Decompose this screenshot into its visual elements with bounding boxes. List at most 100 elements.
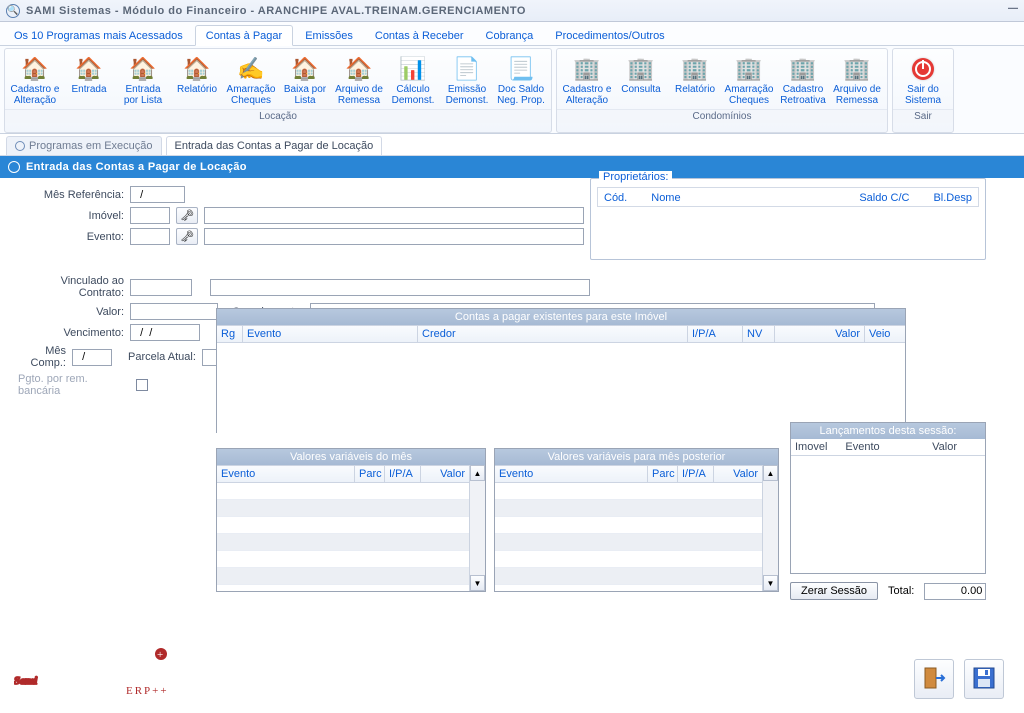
col-credor[interactable]: Credor (418, 326, 688, 342)
tab-emissoes[interactable]: Emissões (295, 26, 363, 45)
page-header: Entrada das Contas a Pagar de Locação (0, 156, 1024, 178)
valores-posterior-table: Valores variáveis para mês posterior Eve… (494, 448, 779, 592)
cheque-icon: ✍️ (235, 54, 267, 84)
cond-consulta-button[interactable]: 🏢Consulta (614, 51, 668, 109)
sair-sistema-button[interactable]: Sair do Sistema (896, 51, 950, 109)
exit-button[interactable] (914, 659, 954, 699)
amarracao-cheques-button[interactable]: ✍️Amarração Cheques (224, 51, 278, 109)
cond-cadastro-button[interactable]: 🏢Cadastro e Alteração (560, 51, 614, 109)
col-ipa[interactable]: I/P/A (688, 326, 743, 342)
mes-comp-input[interactable] (72, 349, 112, 366)
pgto-checkbox[interactable] (136, 379, 148, 391)
panel-body[interactable] (791, 455, 985, 571)
relatorio-button[interactable]: 🏠Relatório (170, 51, 224, 109)
imovel-lookup-button[interactable]: 🗝 (176, 207, 198, 224)
search-icon (8, 161, 20, 173)
vencimento-input[interactable] (130, 324, 200, 341)
col-parc[interactable]: Parc (648, 466, 678, 482)
tab-contas-receber[interactable]: Contas à Receber (365, 26, 474, 45)
cond-retro-button[interactable]: 🏢Cadastro Retroativa (776, 51, 830, 109)
table-body[interactable] (217, 343, 905, 433)
ribbon-group-condominios: 🏢Cadastro e Alteração 🏢Consulta 🏢Relatór… (556, 48, 888, 133)
baixa-lista-button[interactable]: 🏠Baixa por Lista (278, 51, 332, 109)
pgto-label: Pgto. por rem. bancária (14, 373, 130, 397)
minimize-button[interactable]: – (1008, 0, 1018, 24)
evento-code-input[interactable] (130, 228, 170, 245)
tab-programas[interactable]: Os 10 Programas mais Acessados (4, 26, 193, 45)
table-body[interactable] (495, 483, 762, 591)
doc-saldo-button[interactable]: 📃Doc Saldo Neg. Prop. (494, 51, 548, 109)
col-bldesp: Bl.Desp (933, 192, 972, 204)
col-evento[interactable]: Evento (495, 466, 648, 482)
cadastro-alteracao-button[interactable]: 🏠Cadastro e Alteração (8, 51, 62, 109)
zerar-sessao-button[interactable]: Zerar Sessão (790, 582, 878, 600)
proprietarios-legend: Proprietários: (599, 171, 672, 183)
house-down-icon: 🏠 (289, 54, 321, 84)
col-nome: Nome (651, 192, 835, 204)
col-parc[interactable]: Parc (355, 466, 385, 482)
building-retro-icon: 🏢 (787, 54, 819, 84)
col-ipa[interactable]: I/P/A (385, 466, 421, 482)
scroll-up-button[interactable]: ▲ (763, 465, 778, 481)
svg-text:Sami: Sami (14, 675, 38, 687)
col-valor[interactable]: Valor (775, 326, 865, 342)
vencimento-label: Vencimento: (14, 327, 124, 339)
col-evento[interactable]: Evento (243, 326, 418, 342)
subtab-programas[interactable]: Programas em Execução (6, 136, 162, 155)
table-title: Valores variáveis para mês posterior (495, 449, 778, 465)
building-edit-icon: 🏢 (571, 54, 603, 84)
col-evento[interactable]: Evento (217, 466, 355, 482)
entrada-button[interactable]: 🏠Entrada (62, 51, 116, 109)
content: Mês Referência: Imóvel: 🗝 Evento: 🗝 Vinc… (0, 178, 1024, 713)
col-valor: Valor (932, 441, 957, 453)
mes-ref-input[interactable] (130, 186, 185, 203)
subtab-entrada-contas[interactable]: Entrada das Contas a Pagar de Locação (166, 136, 383, 155)
cond-cheques-button[interactable]: 🏢Amarração Cheques (722, 51, 776, 109)
emissao-demonst-button[interactable]: 📄Emissão Demonst. (440, 51, 494, 109)
house-report-icon: 🏠 (181, 54, 213, 84)
imovel-desc-input[interactable] (204, 207, 584, 224)
evento-lookup-button[interactable]: 🗝 (176, 228, 198, 245)
col-ipa[interactable]: I/P/A (678, 466, 714, 482)
table-title: Valores variáveis do mês (217, 449, 485, 465)
col-nv[interactable]: NV (743, 326, 775, 342)
evento-desc-input[interactable] (204, 228, 584, 245)
search-icon (15, 141, 25, 151)
tab-contas-pagar[interactable]: Contas à Pagar (195, 25, 293, 46)
mes-ref-label: Mês Referência: (14, 189, 124, 201)
tab-procedimentos[interactable]: Procedimentos/Outros (545, 26, 674, 45)
entrada-lista-button[interactable]: 🏠Entrada por Lista (116, 51, 170, 109)
calculo-demonst-button[interactable]: 📊Cálculo Demonst. (386, 51, 440, 109)
scrollbar[interactable]: ▲ ▼ (469, 465, 485, 591)
vinculado-label: Vinculado ao Contrato: (14, 275, 124, 299)
cond-remessa-button[interactable]: 🏢Arquivo de Remessa (830, 51, 884, 109)
col-rg[interactable]: Rg (217, 326, 243, 342)
scroll-up-button[interactable]: ▲ (470, 465, 485, 481)
sub-tabs: Programas em Execução Entrada das Contas… (0, 134, 1024, 156)
key-icon: 🗝 (180, 209, 194, 222)
col-veio[interactable]: Veio (865, 326, 905, 342)
valor-input[interactable] (130, 303, 218, 320)
building-file-icon: 🏢 (841, 54, 873, 84)
building-cheque-icon: 🏢 (733, 54, 765, 84)
imovel-code-input[interactable] (130, 207, 170, 224)
mes-comp-label: Mês Comp.: (14, 345, 66, 369)
vinculado-desc-input[interactable] (210, 279, 590, 296)
arquivo-remessa-button[interactable]: 🏠Arquivo de Remessa (332, 51, 386, 109)
floppy-icon (971, 665, 997, 694)
vinculado-code-input[interactable] (130, 279, 192, 296)
calc-icon: 📊 (397, 54, 429, 84)
total-label: Total: (888, 585, 914, 597)
panel-title: Lançamentos desta sessão: (791, 423, 985, 439)
valor-label: Valor: (14, 306, 124, 318)
scrollbar[interactable]: ▲ ▼ (762, 465, 778, 591)
scroll-down-button[interactable]: ▼ (763, 575, 778, 591)
tab-cobranca[interactable]: Cobrança (476, 26, 544, 45)
cond-relatorio-button[interactable]: 🏢Relatório (668, 51, 722, 109)
col-saldo: Saldo C/C (859, 192, 909, 204)
scroll-down-button[interactable]: ▼ (470, 575, 485, 591)
col-valor[interactable]: Valor (714, 466, 762, 482)
table-body[interactable] (217, 483, 469, 591)
col-valor[interactable]: Valor (421, 466, 469, 482)
save-button[interactable] (964, 659, 1004, 699)
